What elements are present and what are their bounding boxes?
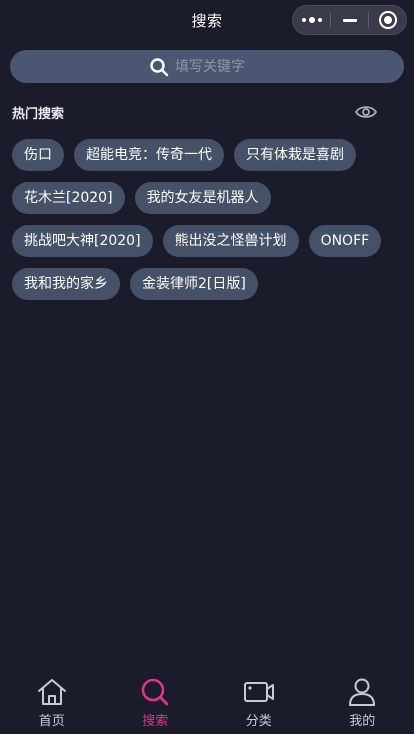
hot-search-tag[interactable]: 伤口 bbox=[12, 139, 64, 171]
tab-mine-label: 我的 bbox=[349, 714, 376, 729]
tab-category-label: 分类 bbox=[245, 714, 272, 729]
hot-search-title: 热门搜索 bbox=[12, 107, 65, 122]
app-root: 搜索 热门搜索 伤口超能电竞：传奇一代只有体栽是喜剧花木兰[2020] 我的女友是… bbox=[0, 0, 414, 734]
bottom-tab-bar: 首页 搜索 分类 我的 bbox=[0, 674, 414, 734]
hot-search-tag[interactable]: 挑战吧大神[2020] bbox=[12, 225, 153, 257]
tab-home[interactable]: 首页 bbox=[0, 674, 104, 734]
hot-search-tag[interactable]: ONOFF bbox=[308, 225, 382, 257]
video-camera-icon bbox=[243, 682, 274, 702]
more-dots-icon bbox=[301, 17, 322, 23]
hot-search-tag[interactable]: 金装律师2[日版] bbox=[130, 268, 258, 300]
search-input[interactable] bbox=[175, 58, 265, 75]
home-icon bbox=[37, 679, 66, 705]
eye-icon[interactable] bbox=[354, 101, 378, 123]
hot-tags-list: 伤口 超能电竞：传奇一代 只有体栽是喜剧花木兰[2020] 我的女友是机器人挑战吧大神… bbox=[12, 139, 404, 300]
mini-program-capsule bbox=[292, 5, 407, 35]
tab-mine[interactable]: 我的 bbox=[311, 674, 414, 734]
more-button[interactable] bbox=[293, 6, 330, 34]
search-icon bbox=[141, 678, 169, 706]
tab-search[interactable]: 搜索 bbox=[104, 674, 208, 734]
minimize-button[interactable] bbox=[331, 6, 368, 34]
tab-home-label: 首页 bbox=[38, 714, 65, 729]
hot-search-tag[interactable]: 超能电竞：传奇一代 bbox=[74, 139, 224, 171]
hot-search-tag[interactable]: 我的女友是机器人 bbox=[134, 182, 271, 214]
user-icon bbox=[349, 678, 376, 706]
hot-search-tag[interactable]: 熊出没之怪兽计划 bbox=[162, 225, 299, 257]
target-circle-icon bbox=[378, 11, 397, 29]
minimize-icon bbox=[342, 18, 357, 22]
search-bar[interactable] bbox=[10, 50, 404, 83]
top-bar: 搜索 bbox=[0, 0, 414, 40]
hot-search-tag[interactable]: 我和我的家乡 bbox=[12, 268, 120, 300]
tab-search-label: 搜索 bbox=[142, 714, 169, 729]
search-icon bbox=[150, 57, 169, 76]
hot-search-tag[interactable]: 花木兰[2020] bbox=[12, 182, 125, 214]
tab-category[interactable]: 分类 bbox=[207, 674, 311, 734]
hot-search-tag[interactable]: 只有体栽是喜剧 bbox=[234, 139, 356, 171]
close-button[interactable] bbox=[369, 6, 406, 34]
